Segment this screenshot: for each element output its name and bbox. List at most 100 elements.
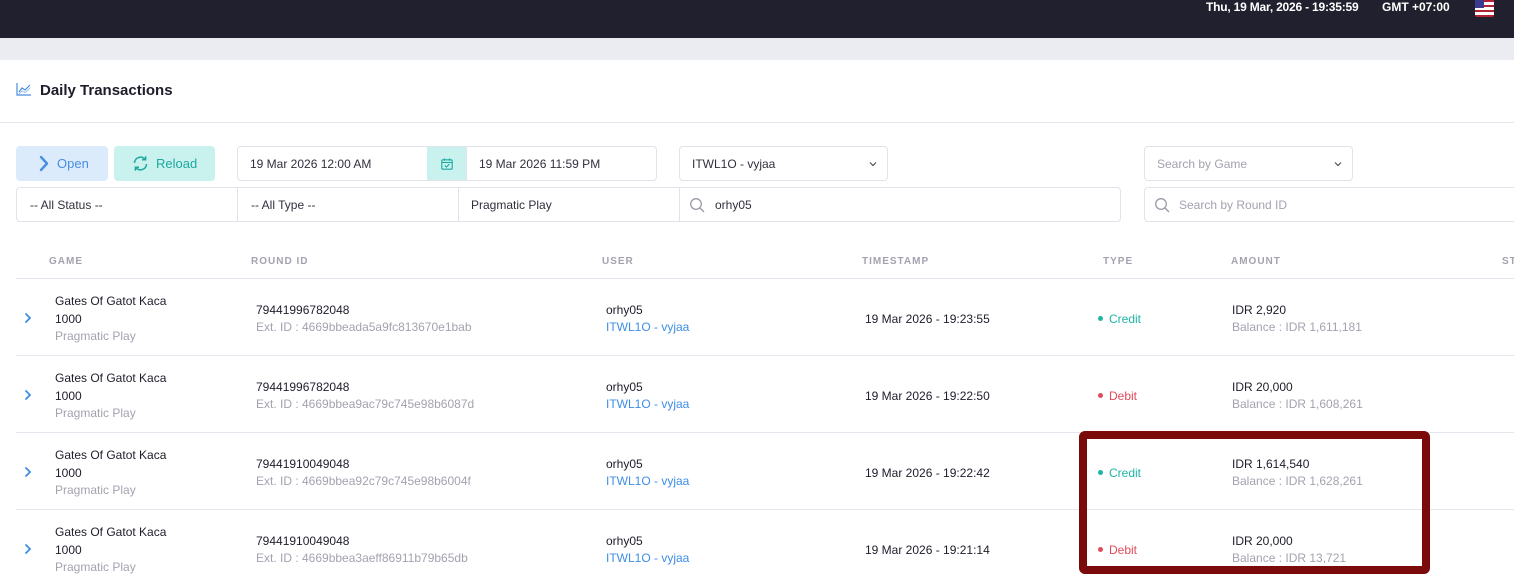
- game-variant: 1000: [55, 543, 82, 557]
- agent-select-value: ITWL1O - vyjaa: [692, 157, 776, 171]
- chevron-right-icon: [39, 155, 49, 172]
- round-search-placeholder: Search by Round ID: [1179, 198, 1288, 212]
- us-flag-icon[interactable]: [1475, 0, 1494, 17]
- column-header-timestamp[interactable]: TIMESTAMP: [862, 256, 929, 267]
- game-provider: Pragmatic Play: [55, 406, 136, 420]
- game-provider: Pragmatic Play: [55, 560, 136, 574]
- amount: IDR 1,614,540: [1232, 457, 1310, 471]
- external-id: Ext. ID : 4669bbea3aeff86911b79b65db: [256, 551, 468, 565]
- table-row: Gates Of Gatot Kaca 1000 Pragmatic Play …: [16, 510, 1514, 581]
- game-provider: Pragmatic Play: [55, 483, 136, 497]
- game-variant: 1000: [55, 389, 82, 403]
- timestamp: 19 Mar 2026 - 19:22:42: [865, 466, 990, 480]
- column-header-status[interactable]: ST: [1502, 256, 1514, 267]
- agent-select[interactable]: ITWL1O - vyjaa: [679, 146, 888, 181]
- type-badge: Debit: [1098, 543, 1137, 557]
- calendar-icon: [441, 158, 453, 170]
- header-timezone: GMT +07:00: [1382, 0, 1450, 14]
- table-row: Gates Of Gatot Kaca 1000 Pragmatic Play …: [16, 279, 1514, 356]
- amount: IDR 20,000: [1232, 534, 1293, 548]
- status-filter-value: -- All Status --: [30, 198, 103, 212]
- amount: IDR 2,920: [1232, 303, 1287, 317]
- balance: Balance : IDR 1,611,181: [1232, 320, 1362, 334]
- round-id: 79441910049048: [256, 534, 350, 548]
- game-variant: 1000: [55, 312, 82, 326]
- agent-link[interactable]: ITWL1O - vyjaa: [606, 474, 689, 488]
- type-badge: Debit: [1098, 389, 1137, 403]
- date-from-input[interactable]: 19 Mar 2026 12:00 AM: [237, 146, 428, 181]
- round-id: 79441996782048: [256, 380, 350, 394]
- chevron-down-icon: [1334, 162, 1342, 167]
- game-search-placeholder: Search by Game: [1157, 157, 1248, 171]
- column-header-user[interactable]: USER: [602, 256, 634, 267]
- agent-link[interactable]: ITWL1O - vyjaa: [606, 551, 689, 565]
- balance: Balance : IDR 1,628,261: [1232, 474, 1363, 488]
- top-bar: Thu, 19 Mar, 2026 - 19:35:59 GMT +07:00: [0, 0, 1514, 38]
- calendar-button[interactable]: [427, 146, 467, 181]
- timestamp: 19 Mar 2026 - 19:23:55: [865, 312, 990, 326]
- type-label: Credit: [1109, 312, 1142, 326]
- chevron-down-icon: [869, 162, 877, 167]
- reload-button[interactable]: Reload: [114, 146, 215, 181]
- provider-filter-value: Pragmatic Play: [471, 198, 552, 212]
- chart-line-icon: [16, 83, 31, 96]
- date-from-value: 19 Mar 2026 12:00 AM: [250, 157, 372, 171]
- user-name: orhy05: [606, 534, 643, 548]
- column-header-round-id[interactable]: ROUND ID: [251, 256, 308, 267]
- chevron-right-icon[interactable]: [22, 466, 34, 478]
- game-provider: Pragmatic Play: [55, 329, 136, 343]
- agent-link[interactable]: ITWL1O - vyjaa: [606, 320, 689, 334]
- timestamp: 19 Mar 2026 - 19:22:50: [865, 389, 990, 403]
- date-to-value: 19 Mar 2026 11:59 PM: [479, 157, 601, 171]
- search-icon: [1155, 198, 1170, 213]
- status-dot: [1098, 547, 1103, 553]
- table-row: Gates Of Gatot Kaca 1000 Pragmatic Play …: [16, 433, 1514, 510]
- type-label: Credit: [1109, 466, 1142, 480]
- page-band: [0, 38, 1514, 60]
- type-filter-value: -- All Type --: [251, 198, 316, 212]
- page-title: Daily Transactions: [40, 82, 173, 99]
- open-button-label: Open: [57, 156, 89, 171]
- game-search-select[interactable]: Search by Game: [1144, 146, 1353, 181]
- column-header-type[interactable]: TYPE: [1103, 256, 1133, 267]
- type-filter[interactable]: -- All Type --: [237, 187, 459, 222]
- reload-button-label: Reload: [156, 156, 198, 171]
- search-icon: [690, 198, 705, 213]
- game-name: Gates Of Gatot Kaca: [55, 448, 167, 462]
- column-header-amount[interactable]: AMOUNT: [1231, 256, 1281, 267]
- chevron-right-icon[interactable]: [22, 543, 34, 555]
- agent-link[interactable]: ITWL1O - vyjaa: [606, 397, 689, 411]
- open-button[interactable]: Open: [16, 146, 108, 181]
- user-search-input[interactable]: orhy05: [679, 187, 1121, 222]
- user-name: orhy05: [606, 457, 643, 471]
- refresh-icon: [133, 156, 148, 171]
- type-badge: Credit: [1098, 466, 1141, 480]
- status-filter[interactable]: -- All Status --: [16, 187, 238, 222]
- chevron-right-icon[interactable]: [22, 389, 34, 401]
- game-variant: 1000: [55, 466, 82, 480]
- timestamp: 19 Mar 2026 - 19:21:14: [865, 543, 990, 557]
- amount: IDR 20,000: [1232, 380, 1293, 394]
- header-datetime: Thu, 19 Mar, 2026 - 19:35:59: [1206, 0, 1359, 14]
- column-header-game[interactable]: GAME: [49, 256, 83, 267]
- date-to-input[interactable]: 19 Mar 2026 11:59 PM: [466, 146, 657, 181]
- game-name: Gates Of Gatot Kaca: [55, 525, 167, 539]
- table-header: GAME ROUND ID USER TIMESTAMP TYPE AMOUNT…: [16, 245, 1514, 279]
- user-name: orhy05: [606, 303, 643, 317]
- type-badge: Credit: [1098, 312, 1141, 326]
- game-name: Gates Of Gatot Kaca: [55, 371, 167, 385]
- type-label: Debit: [1109, 543, 1138, 557]
- table-row: Gates Of Gatot Kaca 1000 Pragmatic Play …: [16, 356, 1514, 433]
- page-header: Daily Transactions: [0, 60, 1514, 123]
- user-search-value: orhy05: [715, 198, 752, 212]
- round-search-input[interactable]: Search by Round ID: [1144, 187, 1514, 222]
- status-dot: [1098, 316, 1103, 322]
- round-id: 79441996782048: [256, 303, 350, 317]
- provider-filter[interactable]: Pragmatic Play: [458, 187, 680, 222]
- game-name: Gates Of Gatot Kaca: [55, 294, 167, 308]
- round-id: 79441910049048: [256, 457, 350, 471]
- balance: Balance : IDR 13,721: [1232, 551, 1347, 565]
- user-name: orhy05: [606, 380, 643, 394]
- chevron-right-icon[interactable]: [22, 312, 34, 324]
- status-dot: [1098, 470, 1103, 476]
